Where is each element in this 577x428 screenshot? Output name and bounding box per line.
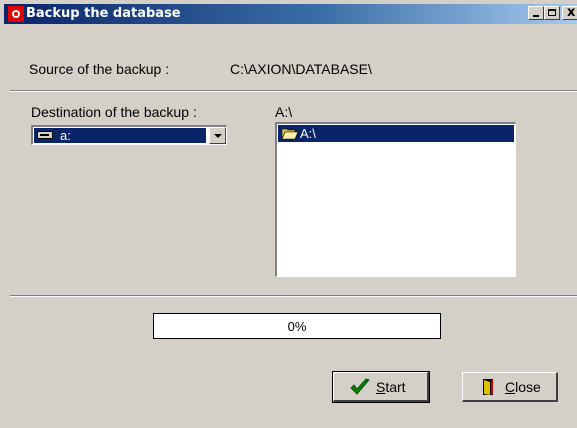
folder-list-item[interactable]: A:\ <box>278 125 514 142</box>
minimize-button[interactable] <box>528 6 544 20</box>
app-icon <box>8 6 24 22</box>
destination-label: Destination of the backup : <box>31 104 197 120</box>
exit-door-icon <box>483 379 493 395</box>
maximize-button[interactable] <box>544 6 560 20</box>
progress-bar: 0% <box>153 313 441 339</box>
window-title: Backup the database <box>26 6 181 21</box>
checkmark-icon <box>350 378 370 395</box>
divider <box>10 295 577 297</box>
start-button[interactable]: Start <box>332 371 430 403</box>
drive-selected-value: a: <box>34 128 206 143</box>
minimize-icon <box>533 15 539 17</box>
folder-list[interactable]: A:\ <box>275 122 516 277</box>
drive-label: a: <box>60 128 71 143</box>
drive-select[interactable]: a: <box>31 125 227 145</box>
source-label: Source of the backup : <box>29 61 170 77</box>
title-bar[interactable]: Backup the database x <box>4 4 577 24</box>
close-icon: x <box>567 5 576 20</box>
start-button-label: Start <box>376 379 406 395</box>
source-path: C:\AXION\DATABASE\ <box>230 61 372 77</box>
dropdown-button[interactable] <box>209 127 226 144</box>
progress-text: 0% <box>287 319 307 334</box>
close-button[interactable]: Close <box>462 372 558 402</box>
chevron-down-icon <box>214 134 222 138</box>
floppy-drive-icon <box>37 131 53 139</box>
backup-dialog: Backup the database x Source of the back… <box>0 0 577 428</box>
close-button-label: Close <box>505 379 541 395</box>
open-folder-icon <box>282 128 298 140</box>
folder-label: A:\ <box>300 126 316 141</box>
divider <box>10 90 577 92</box>
close-window-button[interactable]: x <box>562 5 577 20</box>
maximize-icon <box>548 9 556 16</box>
current-path-label: A:\ <box>275 104 293 120</box>
